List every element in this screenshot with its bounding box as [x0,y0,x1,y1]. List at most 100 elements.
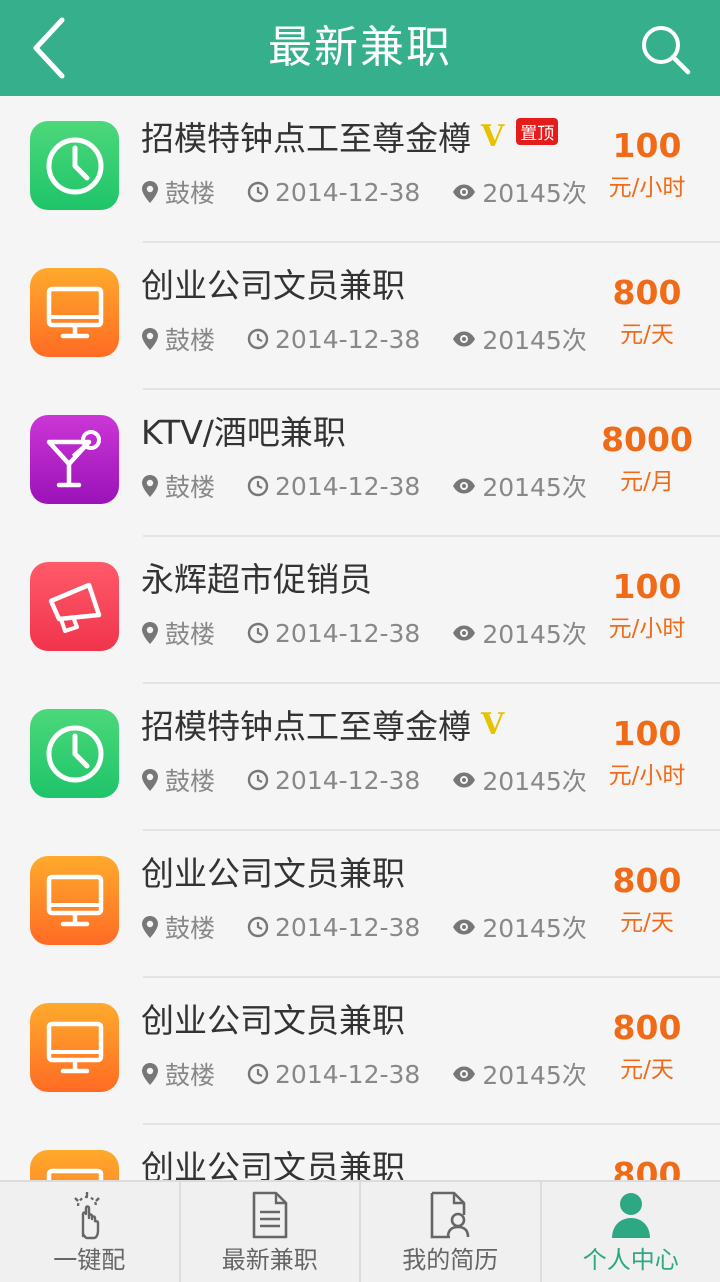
job-location: 鼓楼 [165,321,215,357]
pay-amount: 8000 [592,420,702,460]
tab-person[interactable]: 个人中心 [542,1182,720,1282]
clock-small-icon [247,916,269,938]
monitor-icon [30,268,119,357]
pay-unit: 元/小时 [592,754,702,798]
job-list-item[interactable]: 创业公司文员兼职鼓楼2014-12-3820145次800元/天 [0,1125,720,1180]
clock-small-icon [247,769,269,791]
vip-badge: V [481,119,504,154]
location-pin-icon [141,768,159,792]
job-date: 2014-12-38 [275,766,420,795]
job-location: 鼓楼 [165,174,215,210]
job-title: 创业公司文员兼职 [141,1141,405,1180]
job-views: 20145次 [482,615,587,651]
pay-unit: 元/小时 [592,166,702,210]
pay-amount: 100 [592,567,702,607]
job-title: 创业公司文员兼职 [141,994,405,1042]
tap-hand-icon [0,1190,179,1242]
job-list-item[interactable]: 创业公司文员兼职鼓楼 2014-12-38 20145次800元/天 [0,831,720,978]
app-header: 最新兼职 [0,0,720,96]
job-meta: 鼓楼 2014-12-38 20145次 [141,174,619,210]
tab-document[interactable]: 最新兼职 [181,1182,362,1282]
pay-amount: 800 [592,861,702,901]
location-pin-icon [141,621,159,645]
search-button[interactable] [638,22,694,78]
location-pin-icon [141,915,159,939]
job-list-item[interactable]: 招模特钟点工至尊金樽V鼓楼2014-12-3820145次100元/小时 [0,684,720,831]
job-title: 招模特钟点工至尊金樽 [141,700,471,748]
monitor-icon [30,1003,119,1092]
pinned-badge: 置顶 [516,118,558,145]
job-location: 鼓楼 [165,762,215,798]
pay-amount: 100 [592,126,702,166]
eye-icon [452,330,476,348]
job-list-item[interactable]: 招模特钟点工至尊金樽 V 置顶鼓楼 2014-12-38 20145次100元/小时 [0,96,720,243]
eye-icon [452,477,476,495]
job-list-item[interactable]: 永辉超市促销员鼓楼 2014-12-38 20145次100元/小时 [0,537,720,684]
pay-amount: 800 [592,1008,702,1048]
clock-icon [30,709,119,798]
clock-small-icon [247,475,269,497]
location-pin-icon [141,327,159,351]
megaphone-icon [30,562,119,651]
cocktail-icon [30,415,119,504]
job-location: 鼓楼 [165,615,215,651]
tab-tap-hand[interactable]: 一键配 [0,1182,181,1282]
job-meta: 鼓楼 2014-12-38 20145次 [141,909,619,945]
job-views: 20145次 [482,321,587,357]
job-title: 招模特钟点工至尊金樽 [141,112,471,160]
job-meta: 鼓楼2014-12-3820145次 [141,468,619,504]
tab-label: 最新兼职 [181,1240,360,1275]
job-pay: 100元/小时 [592,126,702,210]
pay-unit: 元/天 [592,901,702,945]
job-meta: 鼓楼 2014-12-38 20145次 [141,615,619,651]
job-date: 2014-12-38 [275,178,420,207]
job-views: 20145次 [482,174,587,210]
job-title: 创业公司文员兼职 [141,259,405,307]
job-pay: 800元/天 [592,273,702,357]
job-list[interactable]: 招模特钟点工至尊金樽V置顶鼓楼2014-12-3820145次100元/小时创业… [0,96,720,1180]
job-location: 鼓楼 [165,1056,215,1092]
monitor-icon [30,1150,119,1180]
eye-icon [452,624,476,642]
job-pay: 8000元/月 [592,420,702,504]
location-pin-icon [141,1062,159,1086]
tab-label: 个人中心 [542,1240,720,1275]
job-date: 2014-12-38 [275,619,420,648]
eye-icon [452,1065,476,1083]
location-pin-icon [141,474,159,498]
pay-unit: 元/月 [592,460,702,504]
tab-label: 一键配 [0,1240,179,1275]
job-date: 2014-12-38 [275,1060,420,1089]
job-pay: 800元/天 [592,1155,702,1180]
clock-small-icon [247,622,269,644]
pay-amount: 100 [592,714,702,754]
page-title: 最新兼职 [0,0,720,96]
job-pay: 800元/天 [592,1008,702,1092]
job-list-item[interactable]: 创业公司文员兼职鼓楼2014-12-3820145次800元/天 [0,243,720,390]
job-pay: 800元/天 [592,861,702,945]
clock-small-icon [247,328,269,350]
resume-icon [361,1190,540,1242]
eye-icon [452,918,476,936]
pay-unit: 元/小时 [592,607,702,651]
job-title: 创业公司文员兼职 [141,847,405,895]
clock-small-icon [247,1063,269,1085]
job-meta: 鼓楼2014-12-3820145次 [141,1056,619,1092]
monitor-icon [30,856,119,945]
pay-amount: 800 [592,273,702,313]
job-list-item[interactable]: 创业公司文员兼职鼓楼2014-12-3820145次800元/天 [0,978,720,1125]
location-pin-icon [141,180,159,204]
job-views: 20145次 [482,909,587,945]
job-date: 2014-12-38 [275,472,420,501]
job-meta: 鼓楼 2014-12-38 20145次 [141,762,619,798]
job-date: 2014-12-38 [275,913,420,942]
job-pay: 100元/小时 [592,567,702,651]
job-title: KTV/酒吧兼职 [141,406,346,454]
job-title: 永辉超市促销员 [141,553,372,601]
job-location: 鼓楼 [165,909,215,945]
pay-unit: 元/天 [592,1048,702,1092]
tab-resume[interactable]: 我的简历 [361,1182,542,1282]
job-views: 20145次 [482,762,587,798]
job-list-item[interactable]: KTV/酒吧兼职鼓楼2014-12-3820145次8000元/月 [0,390,720,537]
tab-label: 我的简历 [361,1240,540,1275]
